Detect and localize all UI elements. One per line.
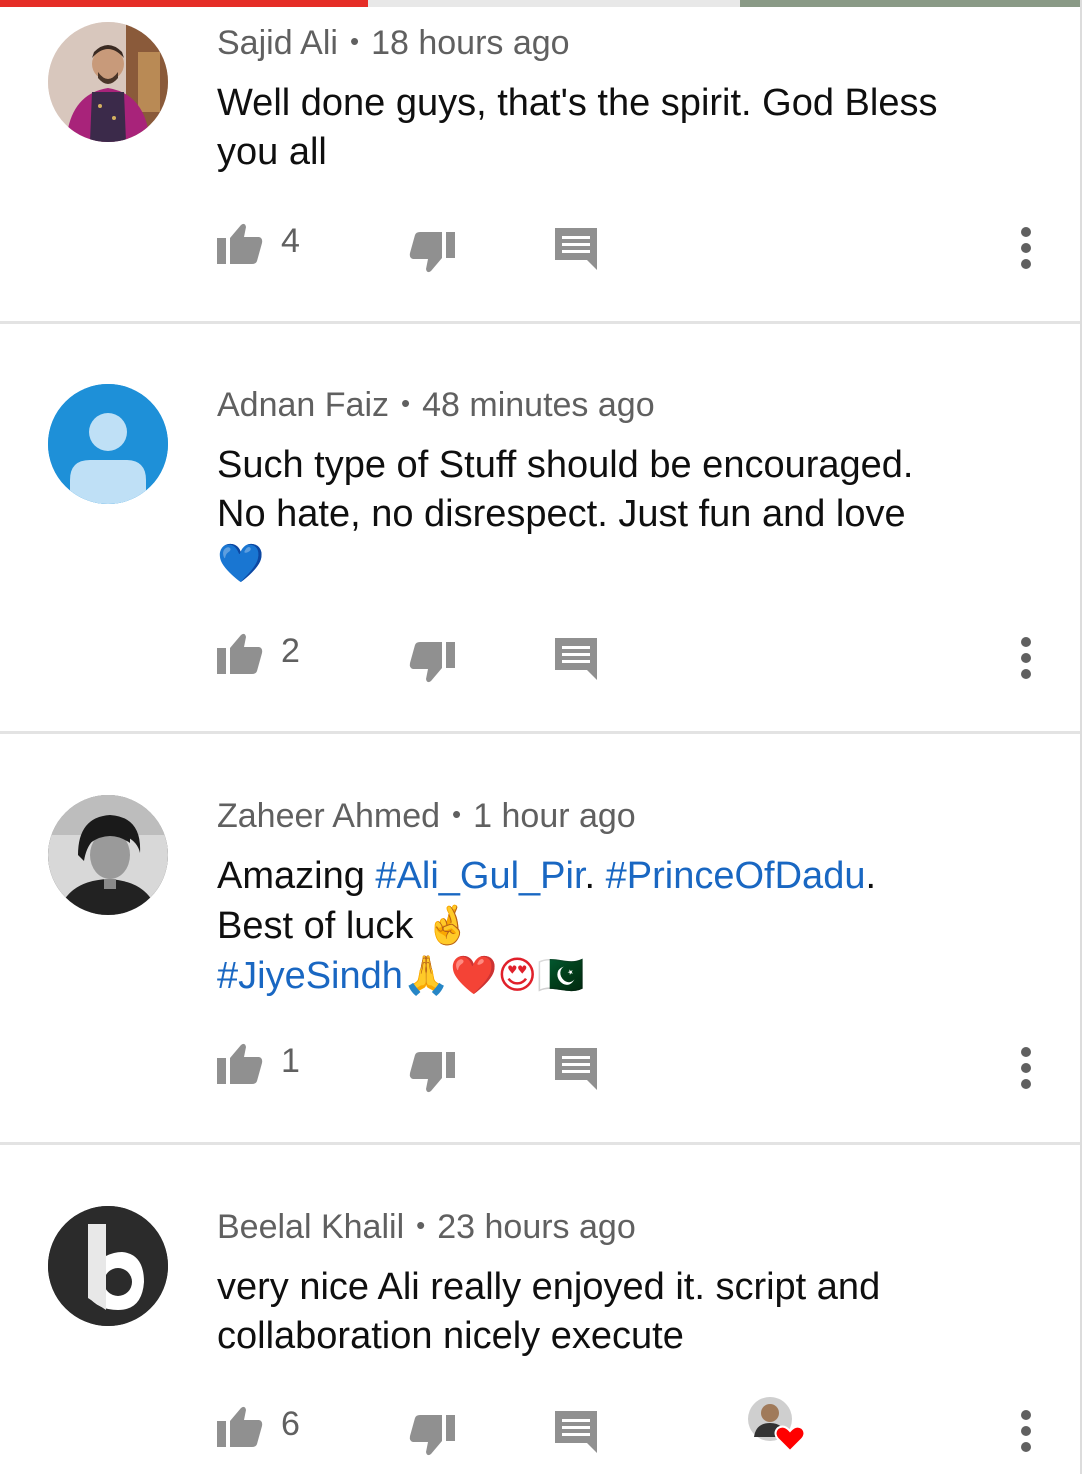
photo-avatar-man-red-shirt-icon — [48, 22, 168, 142]
reply-icon[interactable] — [555, 638, 597, 685]
comment-actions: 2 — [0, 632, 1080, 685]
author-name[interactable]: Sajid Ali — [217, 24, 338, 62]
comment-text: Such type of Stuff should be encouraged.… — [217, 441, 1037, 588]
thumbs-down-icon[interactable] — [409, 640, 455, 689]
avatar[interactable] — [48, 384, 168, 504]
more-options-icon[interactable] — [1014, 226, 1038, 275]
more-options-icon[interactable] — [1014, 636, 1038, 685]
meta-separator: • — [416, 1210, 426, 1240]
comment-item: Adnan Faiz • 48 minutes ago Such type of S… — [0, 324, 1080, 732]
like-count: 1 — [281, 1042, 300, 1080]
comment-text-segment: Best of luck — [217, 905, 424, 947]
like-count: 6 — [281, 1405, 300, 1443]
meta-separator: • — [452, 799, 462, 829]
comment-text-line: Well done guys, that's the spirit. God B… — [217, 82, 938, 124]
avatar[interactable] — [48, 22, 168, 142]
b-logo-avatar-icon — [48, 1206, 168, 1326]
comment-item: Beelal Khalil • 23 hours ago very nice Ali… — [0, 1145, 1080, 1474]
comment-text: Well done guys, that's the spirit. God B… — [217, 79, 1037, 177]
like-count: 2 — [281, 632, 300, 670]
thumbs-down-icon[interactable] — [409, 1413, 455, 1462]
comment-text-line: you all — [217, 131, 327, 173]
comment-actions: 4 — [0, 222, 1080, 275]
avatar[interactable] — [48, 795, 168, 915]
author-name[interactable]: Beelal Khalil — [217, 1208, 404, 1246]
creator-heart-icon — [748, 1397, 806, 1453]
thumbs-down-icon[interactable] — [409, 1050, 455, 1099]
hashtag-link[interactable]: #PrinceOfDadu — [606, 855, 866, 897]
like-count: 4 — [281, 222, 300, 260]
avatar[interactable] — [48, 1206, 168, 1326]
comment-item: Zaheer Ahmed • 1 hour ago Amazing #Ali_Gul… — [0, 734, 1080, 1142]
thumbs-up-icon[interactable] — [217, 632, 263, 681]
comment-text-line: Amazing #Ali_Gul_Pir. #PrinceOfDadu. — [217, 852, 1037, 901]
author-name[interactable]: Zaheer Ahmed — [217, 797, 440, 835]
comment-text-line: Best of luck 🤞 — [217, 901, 1037, 951]
comment-actions: 6 — [0, 1397, 1080, 1458]
comment-timestamp[interactable]: 48 minutes ago — [422, 386, 655, 424]
comment-text: Amazing #Ali_Gul_Pir. #PrinceOfDadu. Bes… — [217, 852, 1037, 1001]
comment-timestamp[interactable]: 1 hour ago — [473, 797, 636, 835]
hashtag-link[interactable]: #Ali_Gul_Pir — [375, 855, 584, 897]
meta-separator: • — [401, 388, 411, 418]
comment-timestamp[interactable]: 18 hours ago — [371, 24, 570, 62]
comment-text-segment: . — [584, 855, 606, 897]
comment-meta: Zaheer Ahmed • 1 hour ago — [217, 799, 636, 833]
more-options-icon[interactable] — [1014, 1046, 1038, 1095]
comment-timestamp[interactable]: 23 hours ago — [437, 1208, 636, 1246]
default-person-avatar-icon — [48, 384, 168, 504]
comment-meta: Beelal Khalil • 23 hours ago — [217, 1210, 636, 1244]
reply-icon[interactable] — [555, 1411, 597, 1458]
comment-text-line: collaboration nicely execute — [217, 1315, 684, 1357]
comment-text-line: Such type of Stuff should be encouraged. — [217, 444, 914, 486]
thumbs-up-icon[interactable] — [217, 1405, 263, 1454]
comment-text: very nice Ali really enjoyed it. script … — [217, 1263, 1037, 1361]
comment-text-segment: Amazing — [217, 855, 376, 897]
comment-text-line: No hate, no disrespect. Just fun and lov… — [217, 493, 906, 535]
comment-meta: Adnan Faiz • 48 minutes ago — [217, 388, 655, 422]
reply-icon[interactable] — [555, 1048, 597, 1095]
meta-separator: • — [349, 26, 360, 56]
comment-meta: Sajid Ali • 18 hours ago — [217, 26, 570, 60]
comment-text-segment: . — [865, 855, 877, 897]
thumbs-down-icon[interactable] — [409, 230, 455, 279]
comment-text-line: #JiyeSindh🙏❤️😍🇵🇰 — [217, 951, 1037, 1001]
blue-heart-emoji: 💙 — [217, 541, 265, 585]
comment-text-line: very nice Ali really enjoyed it. script … — [217, 1266, 881, 1308]
comment-item: Sajid Ali • 18 hours ago Well done guys, t… — [0, 0, 1080, 322]
more-options-icon[interactable] — [1014, 1409, 1038, 1458]
creator-heart-badge[interactable] — [746, 1393, 810, 1457]
thumbs-up-icon[interactable] — [217, 1042, 263, 1091]
thumbs-up-icon[interactable] — [217, 222, 263, 271]
comment-actions: 1 — [0, 1042, 1080, 1095]
hashtag-link[interactable]: #JiyeSindh — [217, 955, 403, 997]
author-name[interactable]: Adnan Faiz — [217, 386, 389, 424]
emoji-sequence: 🙏❤️😍🇵🇰 — [402, 953, 585, 997]
crossed-fingers-emoji: 🤞 — [423, 903, 472, 947]
photo-avatar-black-white-icon — [48, 795, 168, 915]
reply-icon[interactable] — [555, 228, 597, 275]
